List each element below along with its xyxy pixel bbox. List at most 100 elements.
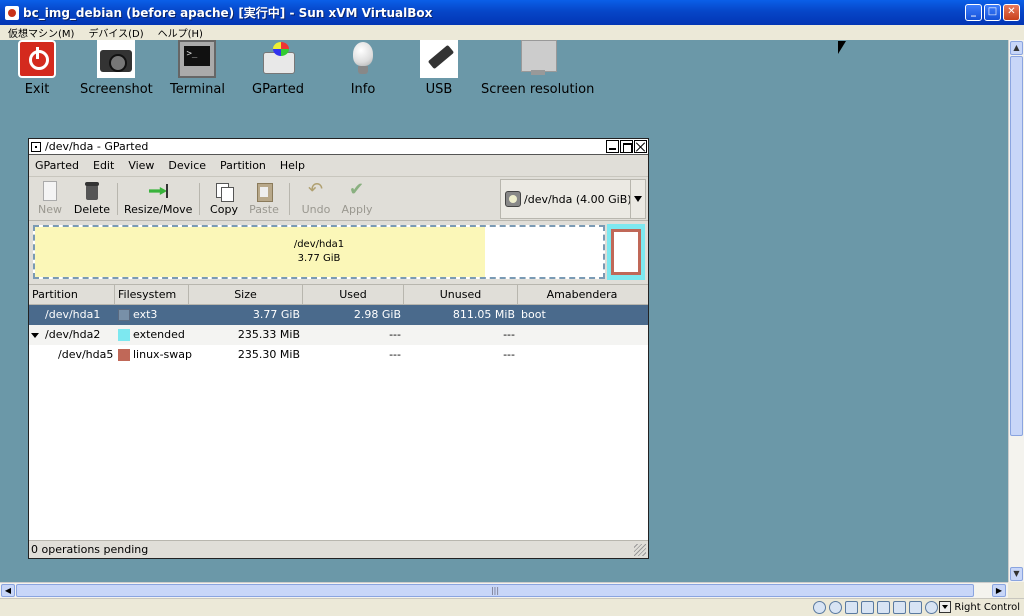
expander-arrow-icon[interactable] (31, 333, 39, 338)
copy-button[interactable]: Copy (207, 181, 241, 216)
cell-used: --- (389, 348, 401, 361)
terminal-icon (178, 40, 217, 78)
horizontal-scroll-thumb[interactable]: ||| (16, 584, 974, 597)
cell-size: 3.77 GiB (252, 308, 300, 321)
copy-label: Copy (210, 203, 238, 216)
new-label: New (38, 203, 62, 216)
menu-view[interactable]: View (128, 159, 154, 172)
maximize-button[interactable]: □ (984, 4, 1001, 21)
delete-label: Delete (73, 203, 111, 216)
cell-filesystem: ext3 (133, 308, 158, 321)
launcher-label: Screen resolution (481, 82, 595, 97)
usb-icon (420, 40, 458, 78)
launcher-gparted[interactable]: GParted (252, 40, 304, 97)
column-header-unused[interactable]: Unused (404, 285, 518, 304)
paste-label: Paste (249, 203, 279, 216)
launcher-label: GParted (252, 82, 304, 97)
diskmap-partition-name: /dev/hda1 (293, 239, 345, 250)
mouse-integration-icon[interactable] (925, 601, 938, 614)
launcher-exit[interactable]: Exit (18, 40, 56, 97)
delete-button[interactable]: Delete (73, 181, 111, 216)
launcher-screenshot[interactable]: Screenshot (80, 40, 153, 97)
scroll-left-icon[interactable]: ◀ (1, 584, 15, 597)
cdrom-icon[interactable] (829, 601, 842, 614)
scroll-down-icon[interactable]: ▼ (1010, 567, 1023, 581)
launcher-label: USB (425, 82, 453, 97)
checkmark-icon (347, 179, 367, 201)
menu-help[interactable]: ヘルプ(H) (158, 25, 203, 40)
resize-move-button[interactable]: Resize/Move (124, 181, 192, 216)
launcher-terminal[interactable]: Terminal (170, 40, 225, 97)
apply-label: Apply (341, 203, 373, 216)
gparted-close-button[interactable] (634, 140, 647, 153)
table-row[interactable]: /dev/hda5 linux-swap 235.30 MiB --- --- (29, 345, 648, 365)
menu-machine[interactable]: 仮想マシン(M) (8, 25, 74, 40)
resize-label: Resize/Move (124, 203, 193, 216)
camera-icon (97, 40, 136, 78)
column-header-used[interactable]: Used (303, 285, 404, 304)
vertical-scroll-thumb[interactable] (1010, 56, 1023, 436)
cell-size: 235.30 MiB (237, 348, 300, 361)
window-title: bc_img_debian (before apache) [実行中] - Su… (23, 6, 433, 20)
apply-button[interactable]: Apply (339, 179, 375, 216)
gparted-minimize-button[interactable] (606, 140, 619, 153)
table-row[interactable]: /dev/hda1 ext3 3.77 GiB 2.98 GiB 811.05 … (29, 305, 648, 325)
diskmap-partition-size: 3.77 GiB (297, 253, 341, 264)
column-header-filesystem[interactable]: Filesystem (115, 285, 189, 304)
menu-devices[interactable]: デバイス(D) (88, 25, 143, 40)
diskmap-partition-hda5[interactable] (611, 229, 641, 275)
menu-edit[interactable]: Edit (93, 159, 114, 172)
toolbar-separator (117, 183, 118, 215)
menu-device[interactable]: Device (168, 159, 206, 172)
virtualbox-menubar: 仮想マシン(M) デバイス(D) ヘルプ(H) (0, 25, 1024, 40)
cell-size: 235.33 MiB (237, 328, 300, 341)
launcher-info[interactable]: Info (344, 40, 382, 97)
menu-help[interactable]: Help (280, 159, 305, 172)
window-menu-icon[interactable] (31, 141, 41, 152)
partition-table-header: Partition Filesystem Size Used Unused Am… (29, 285, 648, 305)
lightbulb-icon (344, 40, 382, 78)
launcher-label: Exit (24, 82, 50, 97)
horizontal-scrollbar[interactable]: ◀ ||| ▶ (0, 582, 1008, 598)
chevron-down-icon[interactable] (630, 180, 645, 218)
gparted-maximize-button[interactable] (620, 140, 633, 153)
minimize-button[interactable]: _ (965, 4, 982, 21)
harddisk-icon (505, 191, 521, 207)
undo-button[interactable]: Undo (299, 179, 333, 216)
column-header-size[interactable]: Size (189, 285, 303, 304)
close-button[interactable]: ✕ (1003, 4, 1020, 21)
filesystem-color-swatch (118, 329, 130, 341)
clipboard-icon (254, 181, 274, 202)
toolbar-separator (199, 183, 200, 215)
diskmap-partition-hda1[interactable]: /dev/hda1 3.77 GiB (33, 225, 605, 279)
cell-filesystem: linux-swap (133, 348, 192, 361)
resize-arrow-icon (148, 181, 168, 201)
launcher-screen-resolution[interactable]: Screen resolution (481, 40, 594, 97)
table-row[interactable]: /dev/hda2 extended 235.33 MiB --- --- (29, 325, 648, 345)
resize-grip[interactable] (634, 544, 646, 556)
floppy-icon[interactable] (845, 601, 858, 614)
usb-device-icon[interactable] (877, 601, 890, 614)
display-icon[interactable] (909, 601, 922, 614)
device-label: /dev/hda (4.00 GiB) (524, 192, 632, 206)
cell-partition: /dev/hda1 (45, 308, 101, 321)
shared-folder-icon[interactable] (893, 601, 906, 614)
partition-list: /dev/hda1 ext3 3.77 GiB 2.98 GiB 811.05 … (29, 305, 648, 365)
paste-button[interactable]: Paste (247, 181, 281, 216)
harddisk-activity-icon[interactable] (813, 601, 826, 614)
network-icon[interactable] (861, 601, 874, 614)
menu-partition[interactable]: Partition (220, 159, 266, 172)
launcher-usb[interactable]: USB (420, 40, 458, 97)
launcher-label: Screenshot (80, 82, 153, 97)
guest-desktop: Exit Screenshot Terminal GParted Info US… (0, 40, 1008, 582)
gparted-menubar: GParted Edit View Device Partition Help (29, 155, 648, 177)
menu-gparted[interactable]: GParted (35, 159, 79, 172)
column-header-partition[interactable]: Partition (29, 285, 115, 304)
cell-unused: 811.05 MiB (452, 308, 515, 321)
scroll-up-icon[interactable]: ▲ (1010, 41, 1023, 55)
device-selector[interactable]: /dev/hda (4.00 GiB) (500, 179, 646, 219)
vertical-scrollbar[interactable]: ▲ ▼ (1008, 40, 1024, 582)
new-button[interactable]: New (37, 181, 63, 216)
column-header-flags[interactable]: Amabendera (518, 285, 646, 304)
scroll-right-icon[interactable]: ▶ (992, 584, 1006, 597)
